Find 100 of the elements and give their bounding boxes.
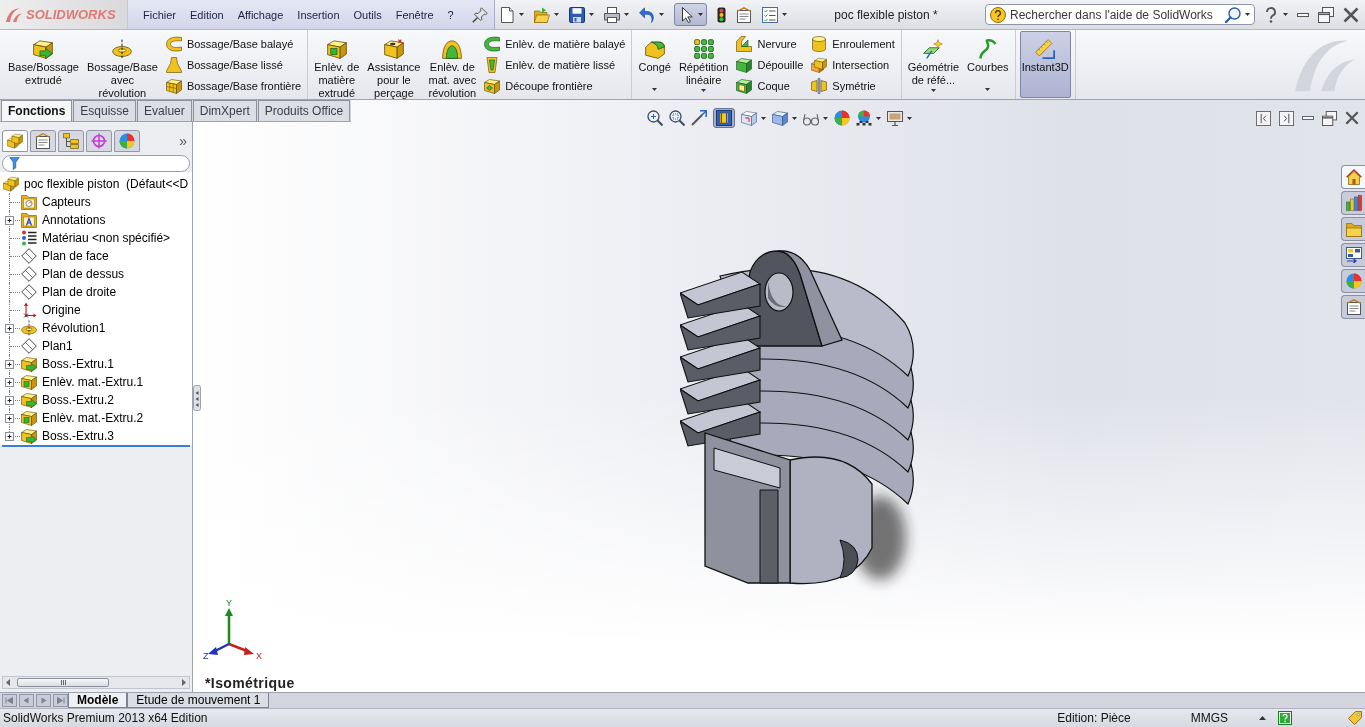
dropdown-caret-icon[interactable] bbox=[985, 88, 991, 91]
restore-icon[interactable] bbox=[1318, 6, 1334, 23]
dropdown-caret-icon[interactable] bbox=[1283, 13, 1288, 16]
ribbon-button[interactable]: Géométrie de réfé... bbox=[905, 31, 962, 98]
menu-item[interactable]: ? bbox=[447, 8, 454, 21]
scroll-right-icon[interactable] bbox=[182, 679, 186, 686]
command-tab[interactable]: Produits Office bbox=[257, 100, 351, 121]
tree-item[interactable]: Capteurs bbox=[41, 195, 92, 209]
tree-item[interactable]: Plan de dessus bbox=[41, 267, 126, 281]
diagonal-arrow-icon[interactable] bbox=[690, 110, 707, 126]
dropdown-caret-icon[interactable] bbox=[791, 116, 797, 120]
ribbon-button[interactable]: Enroulement bbox=[809, 33, 897, 54]
dropdown-caret-icon[interactable] bbox=[624, 13, 629, 16]
ribbon-button[interactable]: Bossage/Base frontière bbox=[163, 75, 304, 96]
tree-item[interactable]: Boss.-Extru.1 bbox=[41, 357, 116, 371]
tree-item[interactable]: Origine bbox=[41, 303, 82, 317]
tree-item[interactable]: Plan1 bbox=[41, 339, 74, 353]
task-pane-tab[interactable] bbox=[1341, 295, 1365, 319]
dropdown-caret-icon[interactable] bbox=[701, 89, 707, 92]
select-tool-button[interactable] bbox=[674, 3, 707, 26]
tag-icon[interactable] bbox=[1348, 711, 1362, 725]
ribbon-button[interactable]: Assistance pour le perçage bbox=[365, 31, 423, 98]
menu-item[interactable]: Edition bbox=[190, 8, 224, 21]
color-ball-icon[interactable] bbox=[833, 110, 850, 126]
tree-item[interactable]: Boss.-Extru.3 bbox=[41, 429, 116, 443]
up-caret-icon[interactable] bbox=[1259, 716, 1266, 720]
ribbon-button[interactable]: Base/Bossage extrudé bbox=[6, 31, 81, 98]
tree-item[interactable]: poc flexible piston (Défaut<<D bbox=[23, 177, 190, 191]
dropdown-caret-icon[interactable] bbox=[822, 116, 828, 120]
search-input[interactable]: Rechercher dans l'aide de SolidWorks bbox=[1010, 7, 1221, 22]
tree-item[interactable]: Enlèv. mat.-Extru.1 bbox=[41, 375, 145, 389]
dropdown-caret-icon[interactable] bbox=[554, 13, 559, 16]
command-tab[interactable]: Fonctions bbox=[1, 100, 73, 121]
tree-item[interactable]: Matériau <non spécifié> bbox=[41, 231, 172, 245]
menu-item[interactable]: Outils bbox=[353, 8, 382, 21]
ribbon-button[interactable]: Enlèv. de matière extrudé bbox=[312, 31, 362, 98]
ribbon-button[interactable]: Découpe frontière bbox=[482, 75, 628, 96]
task-pane-tab[interactable] bbox=[1341, 191, 1365, 215]
new-document-icon[interactable] bbox=[499, 6, 515, 23]
dropdown-caret-icon[interactable] bbox=[906, 116, 912, 120]
help-icon[interactable] bbox=[1278, 711, 1292, 725]
ribbon-button[interactable]: Coque bbox=[734, 75, 806, 96]
view-cube-icon[interactable] bbox=[740, 110, 757, 126]
magnifier-box-icon[interactable] bbox=[668, 110, 685, 126]
ribbon-button[interactable]: Bossage/Base lissé bbox=[163, 54, 304, 75]
tree-item[interactable]: Boss.-Extru.2 bbox=[41, 393, 116, 407]
dropdown-caret-icon[interactable] bbox=[875, 116, 881, 120]
bottom-tab[interactable]: Etude de mouvement 1 bbox=[127, 693, 270, 708]
tile-right-icon[interactable] bbox=[1279, 110, 1294, 126]
ribbon-button[interactable]: Enlèv. de matière balayé bbox=[482, 33, 628, 54]
tile-left-icon[interactable] bbox=[1256, 110, 1271, 126]
units-button[interactable]: MMGS bbox=[1190, 711, 1228, 725]
expand-icon[interactable] bbox=[5, 395, 14, 405]
ribbon-button[interactable]: Répétition linéaire bbox=[676, 31, 731, 98]
minimize-icon[interactable] bbox=[1302, 116, 1314, 120]
dropdown-caret-icon[interactable] bbox=[698, 13, 703, 16]
monitor-icon[interactable] bbox=[886, 110, 903, 126]
dropdown-caret-icon[interactable] bbox=[652, 88, 658, 91]
expand-icon[interactable] bbox=[5, 431, 14, 441]
checklist-icon[interactable] bbox=[762, 6, 778, 23]
expand-icon[interactable] bbox=[5, 377, 14, 387]
shaded-cube-icon[interactable] bbox=[771, 110, 788, 126]
dropdown-caret-icon[interactable] bbox=[782, 13, 787, 16]
minimize-icon[interactable] bbox=[1297, 12, 1309, 17]
search-icon[interactable] bbox=[1225, 6, 1241, 23]
dropdown-caret-icon[interactable] bbox=[589, 13, 594, 16]
tree-item[interactable]: Annotations bbox=[41, 213, 107, 227]
printer-icon[interactable] bbox=[604, 6, 620, 23]
scrollbar[interactable] bbox=[2, 676, 190, 689]
panel-tab[interactable] bbox=[86, 130, 112, 152]
panel-collapse-handle[interactable] bbox=[193, 385, 201, 411]
scroll-left-icon[interactable] bbox=[6, 679, 10, 686]
expand-icon[interactable] bbox=[5, 323, 14, 333]
close-icon[interactable] bbox=[1343, 6, 1359, 23]
panel-tab[interactable] bbox=[30, 130, 56, 152]
clipboard-icon[interactable] bbox=[736, 6, 752, 23]
traffic-light-icon[interactable] bbox=[717, 6, 726, 23]
undo-arrow-icon[interactable] bbox=[639, 6, 655, 23]
tree-item[interactable]: Révolution1 bbox=[41, 321, 107, 335]
tree-item[interactable]: Plan de face bbox=[41, 249, 110, 263]
scroll-thumb[interactable] bbox=[17, 678, 109, 687]
ribbon-button[interactable]: Dépouille bbox=[734, 54, 806, 75]
dropdown-caret-icon[interactable] bbox=[760, 116, 766, 120]
ribbon-button[interactable]: Congé bbox=[636, 31, 673, 98]
expand-icon[interactable] bbox=[5, 215, 14, 225]
ribbon-button[interactable]: Bossage/Base balayé bbox=[163, 33, 304, 54]
help-icon[interactable] bbox=[1263, 6, 1279, 23]
ribbon-button[interactable]: Nervure bbox=[734, 33, 806, 54]
expand-icon[interactable] bbox=[5, 359, 14, 369]
ribbon-button[interactable]: Intersection bbox=[809, 54, 897, 75]
command-tab[interactable]: Evaluer bbox=[137, 100, 192, 121]
search-field[interactable]: Rechercher dans l'aide de SolidWorks bbox=[985, 4, 1255, 25]
filter-field[interactable] bbox=[2, 155, 190, 172]
task-pane-tab[interactable] bbox=[1341, 243, 1365, 267]
task-pane-tab[interactable] bbox=[1341, 165, 1365, 189]
ribbon-button[interactable]: Instant3D bbox=[1019, 31, 1071, 98]
command-tab[interactable]: DimXpert bbox=[192, 100, 257, 121]
bottom-tab[interactable]: Modèle bbox=[68, 693, 128, 708]
expand-icon[interactable] bbox=[5, 413, 14, 423]
ribbon-button[interactable]: Symétrie bbox=[809, 75, 897, 96]
